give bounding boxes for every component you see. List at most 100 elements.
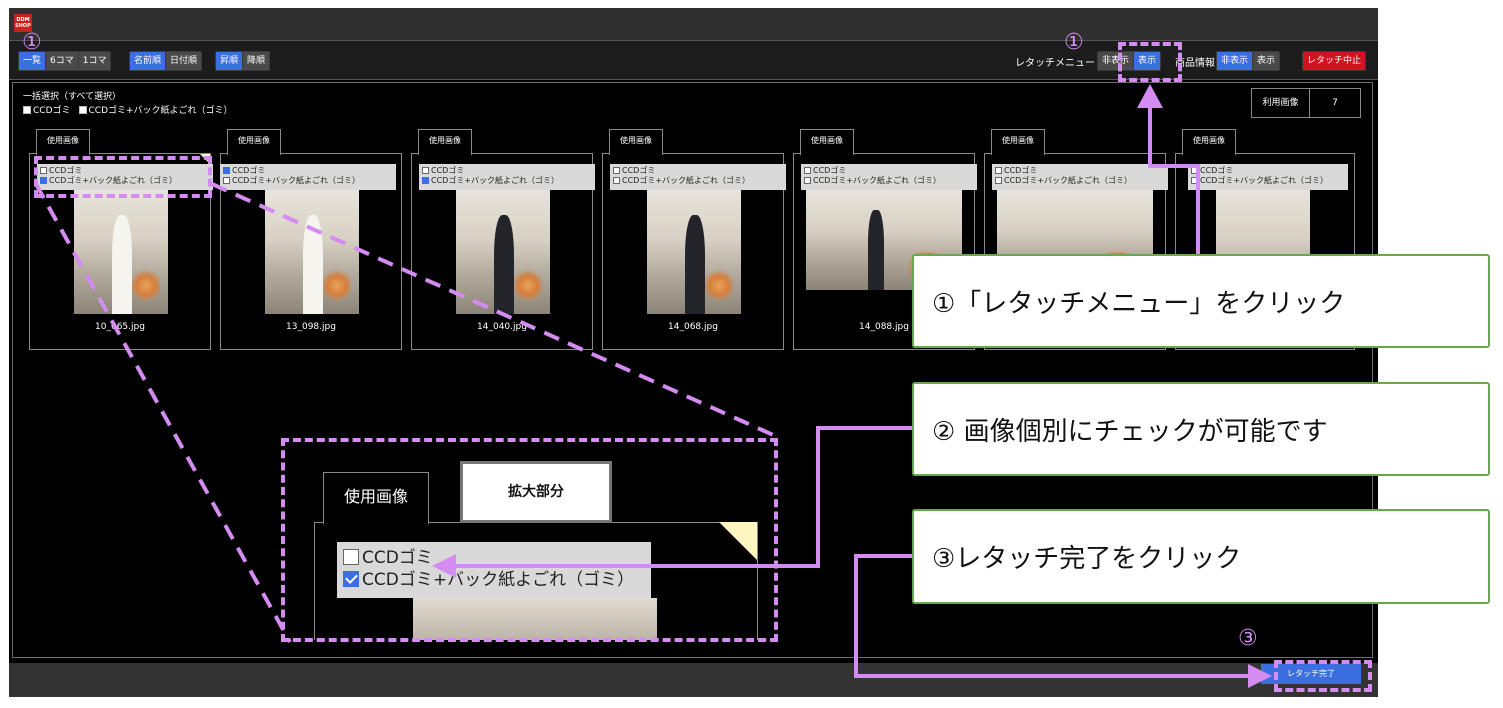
bulk-option-1-label: CCDゴミ bbox=[33, 106, 71, 116]
usage-count-value: 7 bbox=[1332, 98, 1338, 108]
callout-step-1-text: ①「レタッチメニュー」をクリック bbox=[932, 288, 1346, 319]
card-option-1[interactable]: CCDゴミ bbox=[223, 166, 393, 176]
checkbox-icon[interactable] bbox=[422, 167, 429, 174]
option-label: CCDゴミ bbox=[232, 166, 266, 175]
view-1-button[interactable]: 1コマ bbox=[78, 52, 111, 70]
checkbox-icon[interactable] bbox=[223, 177, 230, 184]
callout-step-2: ② 画像個別にチェックが可能です bbox=[912, 382, 1490, 476]
order-desc-button[interactable]: 降順 bbox=[243, 52, 270, 70]
checkbox-icon[interactable] bbox=[613, 177, 620, 184]
photo-thumbnail[interactable] bbox=[265, 190, 359, 314]
bulk-options: CCDゴミ CCDゴミ+バック紙よごれ（ゴミ） bbox=[23, 103, 233, 116]
bulk-select-label: 一括選択（すべて選択） bbox=[23, 92, 122, 102]
image-filename: 14_040.jpg bbox=[477, 322, 527, 332]
image-card[interactable]: 使用画像 CCDゴミ CCDゴミ+バック紙よごれ（ゴミ） 14_040.jpg bbox=[411, 129, 595, 350]
highlight-card-checkboxes bbox=[34, 156, 212, 198]
order-asc-button[interactable]: 昇順 bbox=[216, 52, 243, 70]
checkbox-checked-icon[interactable] bbox=[422, 177, 429, 184]
photo-flowers bbox=[705, 266, 734, 305]
card-option-2[interactable]: CCDゴミ+バック紙よごれ（ゴミ） bbox=[223, 176, 393, 186]
callout-step-3-text: ③レタッチ完了をクリック bbox=[932, 544, 1242, 574]
card-option-1[interactable]: CCDゴミ bbox=[613, 166, 783, 176]
step-marker-3: ③ bbox=[1238, 626, 1258, 651]
card-option-2[interactable]: CCDゴミ+バック紙よごれ（ゴミ） bbox=[995, 176, 1165, 186]
option-label: CCDゴミ bbox=[1200, 166, 1234, 175]
card-checkboxes: CCDゴミ CCDゴミ+バック紙よごれ（ゴミ） bbox=[1188, 164, 1348, 190]
bottom-bar bbox=[9, 663, 1378, 697]
checkbox-checked-icon[interactable] bbox=[223, 167, 230, 174]
option-label: CCDゴミ+バック紙よごれ（ゴミ） bbox=[1200, 176, 1329, 185]
card-tab[interactable]: 使用画像 bbox=[991, 129, 1045, 155]
photo-thumbnail[interactable] bbox=[647, 190, 741, 314]
card-option-1[interactable]: CCDゴミ bbox=[995, 166, 1165, 176]
option-label: CCDゴミ+バック紙よごれ（ゴミ） bbox=[232, 176, 361, 185]
photo-thumbnail[interactable] bbox=[74, 190, 168, 314]
checkbox-icon[interactable] bbox=[23, 106, 31, 114]
retouch-menu-label: レタッチメニュー bbox=[1015, 58, 1095, 69]
title-bar: DDM SHOP bbox=[9, 8, 1378, 40]
option-label: CCDゴミ+バック紙よごれ（ゴミ） bbox=[1004, 176, 1133, 185]
sort-group: 名前順 日付順 bbox=[129, 51, 203, 71]
highlight-retouch-menu-show bbox=[1118, 42, 1182, 82]
sort-name-button[interactable]: 名前順 bbox=[130, 52, 166, 70]
card-tab[interactable]: 使用画像 bbox=[800, 129, 854, 155]
product-info-show-button[interactable]: 表示 bbox=[1253, 52, 1280, 70]
card-tab[interactable]: 使用画像 bbox=[1182, 129, 1236, 155]
sort-date-button[interactable]: 日付順 bbox=[166, 52, 202, 70]
option-label: CCDゴミ+バック紙よごれ（ゴミ） bbox=[622, 176, 751, 185]
product-info-hide-button[interactable]: 非表示 bbox=[1217, 52, 1253, 70]
photo-subject bbox=[684, 214, 706, 314]
photo-thumbnail[interactable] bbox=[456, 190, 550, 314]
product-info-group: 非表示 表示 bbox=[1216, 51, 1281, 71]
bulk-option-1[interactable]: CCDゴミ bbox=[23, 103, 71, 116]
card-tab[interactable]: 使用画像 bbox=[418, 129, 472, 155]
photo-subject bbox=[493, 214, 515, 314]
usage-count-box: 利用画像 7 bbox=[1251, 88, 1361, 118]
checkbox-icon[interactable] bbox=[995, 167, 1002, 174]
card-checkboxes: CCDゴミ CCDゴミ+バック紙よごれ（ゴミ） bbox=[610, 164, 786, 190]
card-checkboxes: CCDゴミ CCDゴミ+バック紙よごれ（ゴミ） bbox=[419, 164, 595, 190]
option-label: CCDゴミ bbox=[622, 166, 656, 175]
card-checkboxes: CCDゴミ CCDゴミ+バック紙よごれ（ゴミ） bbox=[220, 164, 396, 190]
card-option-2[interactable]: CCDゴミ+バック紙よごれ（ゴミ） bbox=[804, 176, 974, 186]
photo-flowers bbox=[514, 266, 543, 305]
image-card[interactable]: 使用画像 CCDゴミ CCDゴミ+バック紙よごれ（ゴミ） 13_098.jpg bbox=[220, 129, 402, 350]
retouch-cancel-button[interactable]: レタッチ中止 bbox=[1303, 52, 1366, 70]
step-marker-1-right: ① bbox=[1064, 30, 1084, 55]
card-tab[interactable]: 使用画像 bbox=[36, 129, 90, 155]
option-label: CCDゴミ bbox=[431, 166, 465, 175]
card-option-2[interactable]: CCDゴミ+バック紙よごれ（ゴミ） bbox=[1191, 176, 1345, 186]
card-tab[interactable]: 使用画像 bbox=[227, 129, 281, 155]
card-option-1[interactable]: CCDゴミ bbox=[804, 166, 974, 176]
checkbox-icon[interactable] bbox=[995, 177, 1002, 184]
callout-step-1: ①「レタッチメニュー」をクリック bbox=[912, 254, 1490, 348]
checkbox-icon[interactable] bbox=[804, 177, 811, 184]
checkbox-icon[interactable] bbox=[1191, 177, 1198, 184]
card-checkboxes: CCDゴミ CCDゴミ+バック紙よごれ（ゴミ） bbox=[801, 164, 977, 190]
checkbox-icon[interactable] bbox=[613, 167, 620, 174]
checkbox-icon[interactable] bbox=[804, 167, 811, 174]
card-tab[interactable]: 使用画像 bbox=[609, 129, 663, 155]
callout-step-2-text: ② 画像個別にチェックが可能です bbox=[932, 416, 1328, 447]
usage-count-label: 利用画像 bbox=[1252, 89, 1310, 117]
option-label: CCDゴミ+バック紙よごれ（ゴミ） bbox=[813, 176, 942, 185]
step-marker-1-left: ① bbox=[22, 30, 42, 55]
checkbox-icon[interactable] bbox=[78, 106, 87, 114]
image-card[interactable]: 使用画像 CCDゴミ CCDゴミ+バック紙よごれ（ゴミ） 14_068.jpg bbox=[602, 129, 786, 350]
callout-step-3: ③レタッチ完了をクリック bbox=[912, 509, 1490, 604]
view-6-button[interactable]: 6コマ bbox=[46, 52, 78, 70]
card-option-2[interactable]: CCDゴミ+バック紙よごれ（ゴミ） bbox=[422, 176, 592, 186]
order-group: 昇順 降順 bbox=[215, 51, 271, 71]
card-checkboxes: CCDゴミ CCDゴミ+バック紙よごれ（ゴミ） bbox=[992, 164, 1168, 190]
card-option-2[interactable]: CCDゴミ+バック紙よごれ（ゴミ） bbox=[613, 176, 783, 186]
card-option-1[interactable]: CCDゴミ bbox=[1191, 166, 1345, 176]
logo-text: DDM SHOP bbox=[15, 17, 31, 29]
photo-subject bbox=[868, 210, 884, 290]
card-option-1[interactable]: CCDゴミ bbox=[422, 166, 592, 176]
image-filename: 14_068.jpg bbox=[668, 322, 718, 332]
photo-flowers bbox=[323, 266, 352, 305]
bulk-option-2[interactable]: CCDゴミ+バック紙よごれ（ゴミ） bbox=[78, 103, 233, 116]
option-label: CCDゴミ bbox=[1004, 166, 1038, 175]
option-label: CCDゴミ+バック紙よごれ（ゴミ） bbox=[431, 176, 560, 185]
checkbox-icon[interactable] bbox=[1191, 167, 1198, 174]
